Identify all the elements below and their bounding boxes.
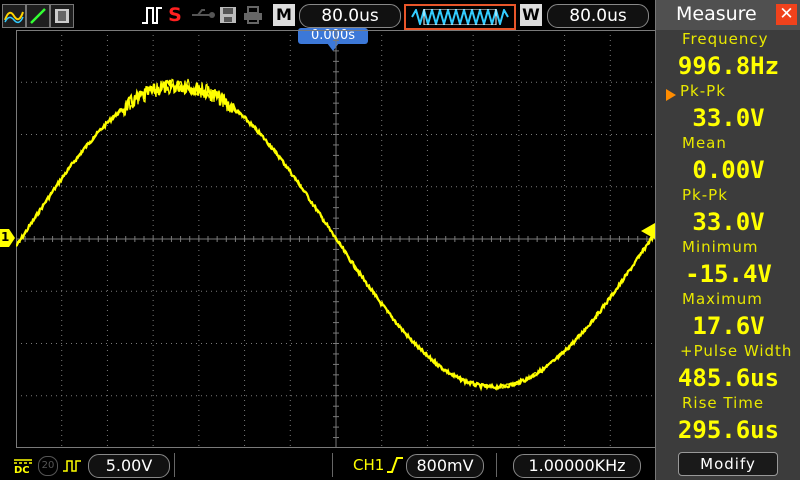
measure-panel-header: Measure ✕ [656,0,800,30]
divider [174,453,175,477]
main-timebase-readout[interactable]: 80.0us [299,4,401,28]
invert-icon [62,458,84,477]
bandwidth-limit-badge: 20 [38,456,58,476]
trigger-status-indicator: S [168,4,182,26]
measurement-label-rise-time: Rise Time [682,394,765,412]
memory-depth-icon [404,4,516,30]
measurement-label-pulse-width: +Pulse Width [680,342,793,360]
measurement-value-maximum: 17.6V [692,312,765,340]
measure-panel: Measure ✕ Frequency 996.8Hz Pk-Pk 33.0V … [655,0,800,480]
save-icon[interactable] [218,4,238,26]
measurement-label-frequency: Frequency [682,30,769,48]
measurement-value-pkpk: 33.0V [692,104,765,132]
close-icon[interactable]: ✕ [776,4,797,25]
measurement-value-rise-time: 295.6us [677,416,780,444]
trigger-level-readout[interactable]: 800mV [406,454,484,478]
top-toolbar: S M 80.0us W 80.0us [0,0,655,30]
ch1-marker-label: 1 [1,230,10,244]
ch1-marker[interactable]: 1 [0,229,16,247]
waveform-icon[interactable] [2,4,26,28]
cursor-line-icon[interactable] [26,4,50,28]
measurement-label-minimum: Minimum [682,238,759,256]
measurement-value-pkpk-2: 33.0V [692,208,765,236]
main-timebase-label: M [273,4,295,26]
selected-arrow-icon [666,86,676,105]
divider [332,453,333,477]
measurement-label-pkpk-2: Pk-Pk [682,186,728,204]
usb-icon [190,4,216,26]
trigger-frequency-readout: 1.00000KHz [513,454,641,478]
measurement-value-minimum: -15.4V [685,260,772,288]
divider [496,453,497,477]
bottom-status-bar: DC 20 5.00V CH1 800mV 1.00000KHz [0,450,655,480]
measurement-label-maximum: Maximum [682,290,763,308]
window-timebase-readout[interactable]: 80.0us [547,4,649,28]
trigger-channel-label: CH1 [353,456,385,474]
waveform-display [15,29,657,449]
print-icon[interactable] [242,4,264,26]
trigger-level-marker[interactable] [641,223,655,239]
measurement-value-pulse-width: 485.6us [677,364,780,392]
window-timebase-label: W [520,4,542,26]
modify-button[interactable]: Modify [678,452,778,476]
measurement-value-frequency: 996.8Hz [677,52,780,80]
ch1-volts-div-readout[interactable]: 5.00V [88,454,170,478]
measure-panel-title: Measure [676,3,757,25]
graticule [15,29,657,449]
measurement-label-pkpk: Pk-Pk [680,82,726,100]
trigger-edge-icon [140,4,164,26]
measurement-value-mean: 0.00V [692,156,765,184]
grid-display-icon[interactable] [50,4,74,28]
measurement-label-mean: Mean [682,134,727,152]
dc-coupling-icon: DC [14,459,32,476]
rising-edge-icon [386,456,404,478]
